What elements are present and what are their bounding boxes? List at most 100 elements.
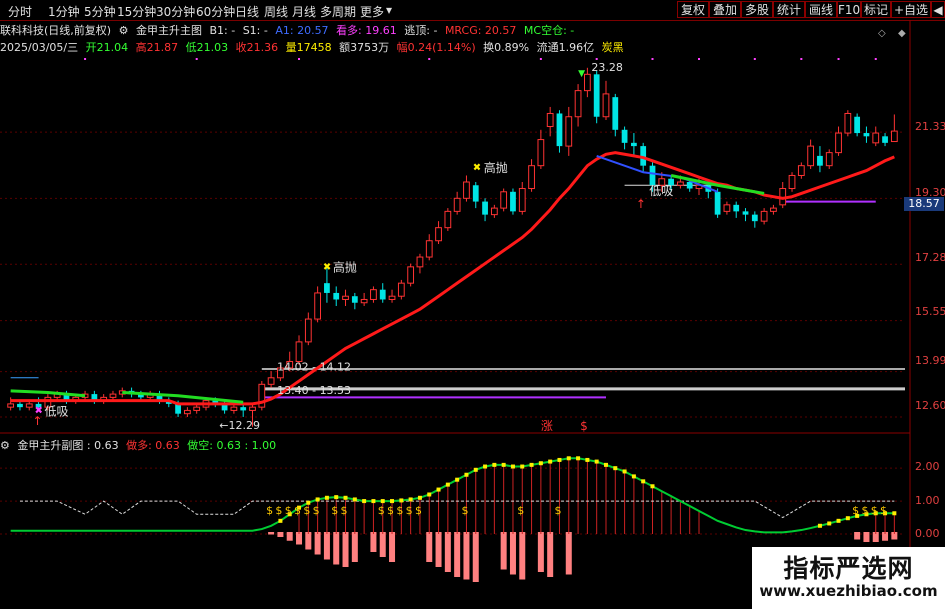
sub-dot — [650, 484, 655, 489]
money-bag-icon: $ — [415, 504, 422, 517]
candle-body — [825, 152, 833, 167]
candle-body — [249, 406, 256, 411]
sub-bar — [537, 532, 544, 572]
top-dot — [84, 58, 87, 60]
money-bag-icon: $ — [303, 504, 310, 517]
sub-dot — [408, 497, 413, 502]
sub-dot — [622, 469, 627, 474]
candle-body — [518, 188, 526, 212]
zhang-label: 涨 — [541, 418, 553, 433]
sub-dot — [483, 464, 488, 469]
candle-body — [397, 282, 405, 297]
sub-bar — [547, 532, 554, 577]
range-label: 13.40 - 13.53 — [277, 384, 351, 397]
sub-bar — [370, 532, 377, 552]
sub-dot — [501, 462, 506, 467]
sub-bar — [277, 532, 284, 537]
sub-bar — [444, 532, 451, 572]
price-tick: 17.28 — [915, 251, 945, 264]
down-triangle-icon: ▼ — [578, 69, 585, 79]
candle-body — [490, 207, 498, 216]
dixi-label: 低吸 — [649, 184, 673, 198]
money-bag-icon: $ — [331, 504, 338, 517]
sub-dot — [464, 472, 469, 477]
top-dot — [298, 58, 301, 60]
candle-body — [472, 185, 479, 202]
candle-body — [714, 191, 721, 215]
candle-body — [379, 289, 386, 300]
candle-body — [797, 165, 805, 176]
candle-body — [733, 204, 740, 212]
candle-body — [537, 139, 545, 167]
sub-dot — [585, 457, 590, 462]
sub-dot — [631, 474, 636, 479]
candle-body — [872, 132, 880, 144]
sub-bar — [268, 532, 275, 535]
candle-body — [565, 116, 573, 147]
top-dot — [539, 58, 542, 60]
sub-bar — [314, 532, 321, 555]
price-tick: 15.55 — [915, 305, 945, 318]
gaopao-label: 高抛 — [333, 260, 357, 275]
sub-osc-line — [10, 457, 895, 534]
top-dot — [651, 58, 654, 60]
gear-icon[interactable]: ⚙ — [0, 439, 10, 452]
top-dot — [428, 58, 431, 60]
up-arrow-icon: ↑ — [33, 414, 43, 428]
sub-bar — [463, 532, 470, 580]
sub-bar — [863, 532, 870, 542]
money-bag-icon: $ — [852, 504, 859, 517]
candle-body — [686, 182, 693, 189]
sub-bar — [379, 532, 386, 557]
sub-dot — [455, 477, 460, 482]
candle-body — [17, 403, 23, 408]
sub-dot — [343, 495, 348, 500]
sub-dot — [594, 459, 599, 464]
candle-body — [612, 97, 619, 130]
money-bag-icon: $ — [313, 504, 320, 517]
candle-body — [295, 341, 303, 362]
candle-body — [528, 165, 535, 190]
candle-body — [854, 116, 861, 134]
candle-body — [742, 211, 749, 215]
sub-dot — [380, 499, 385, 504]
chart-canvas[interactable]: 高抛✖高抛✖低吸✖↑低吸↑14.02 - 14.1213.40 - 13.53←… — [0, 0, 945, 609]
candle-body — [109, 393, 117, 398]
price-tick: 13.99 — [915, 354, 945, 367]
dixi-label: 低吸 — [45, 404, 69, 418]
candle-body — [751, 214, 758, 222]
candle-body — [817, 155, 823, 166]
sub-indicator-name[interactable]: 金甲主升副图 : 0.63 — [17, 439, 118, 452]
sub-dot — [641, 479, 646, 484]
sub-dot — [613, 466, 618, 471]
sub-bar — [286, 532, 293, 541]
candle-body — [723, 204, 731, 212]
sub-dot — [315, 497, 320, 502]
gaopao-label: 高抛 — [484, 160, 508, 175]
sub-bar — [472, 532, 479, 582]
price-tick: 21.33 — [915, 120, 945, 133]
candle-body — [184, 409, 191, 415]
sub-bar — [435, 532, 442, 567]
candle-body — [240, 407, 247, 411]
sub-dot — [473, 467, 478, 472]
candle-body — [230, 406, 238, 411]
sub-dot — [324, 495, 329, 500]
candle-body — [453, 197, 461, 212]
sub-dot — [817, 523, 822, 528]
candle-body — [835, 132, 842, 154]
watermark: 指标严选网 www.xuezhibiao.com — [752, 547, 945, 609]
sub-indicator-header: ⚙ 金甲主升副图 : 0.63 做多: 0.63 做空: 0.63 : 1.00 — [0, 437, 280, 453]
candle-body — [360, 298, 368, 304]
candle-body — [314, 292, 322, 320]
candle-body — [631, 142, 637, 147]
money-bag-icon: $ — [387, 504, 394, 517]
zuokong-value: 做空: 0.63 : 1.00 — [187, 439, 277, 452]
candle-body — [500, 191, 508, 209]
candle-body — [444, 210, 452, 229]
top-dot — [800, 58, 803, 60]
sub-bar — [323, 532, 330, 560]
annotations: 高抛✖高抛✖低吸✖↑低吸↑14.02 - 14.1213.40 - 13.53←… — [33, 58, 877, 433]
sub-dot — [417, 495, 422, 500]
sub-bar — [351, 532, 358, 562]
